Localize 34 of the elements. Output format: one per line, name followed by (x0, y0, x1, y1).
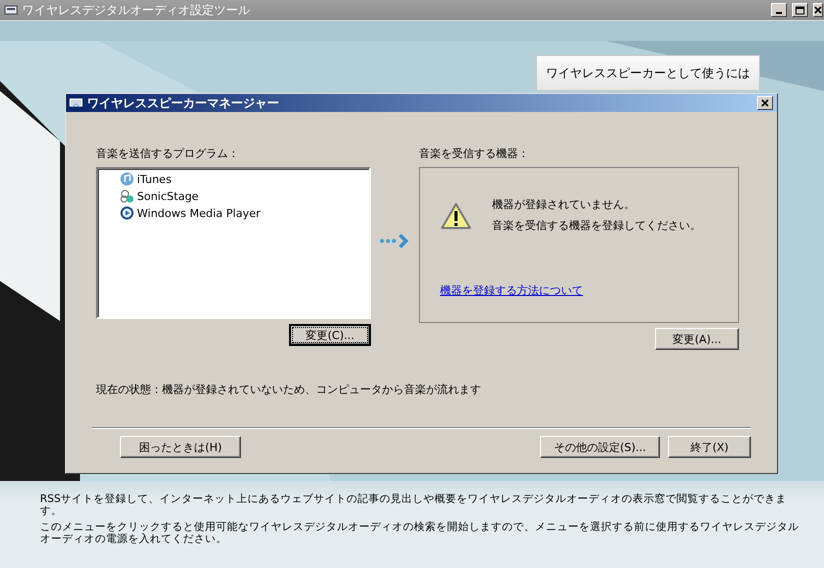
warning-icon (440, 202, 472, 230)
play-icon (120, 206, 134, 220)
speaker-mode-button[interactable]: ワイヤレススピーカーとして使うには (536, 55, 760, 91)
close-icon (814, 6, 822, 14)
minimize-button[interactable] (771, 3, 787, 17)
info-text: このメニューをクリックすると使用可能なワイヤレスデジタルオーディオの検索を開始しますので、メニューを選択する前に使用するワイヤレスデジタルオーディオの電源を入れてください。 (40, 521, 800, 545)
devices-label: 音楽を受信する機器： (419, 146, 529, 161)
settings-button[interactable]: その他の設定(S)... (540, 436, 660, 458)
help-button[interactable]: 困ったときは(H) (120, 436, 241, 458)
maximize-icon (795, 6, 805, 14)
music-note-icon (120, 172, 134, 186)
speaker-icon (69, 97, 83, 109)
dialog-title: ワイヤレススピーカーマネージャー (87, 94, 280, 112)
close-button[interactable] (757, 96, 773, 110)
change-program-button[interactable]: 変更(C)... (289, 324, 371, 346)
program-list[interactable]: iTunes SonicStage Windows Media Player (96, 167, 371, 319)
close-button[interactable] (813, 3, 823, 17)
programs-label: 音楽を送信するプログラム： (96, 146, 239, 161)
program-item[interactable]: Windows Media Player (120, 205, 369, 221)
program-item[interactable]: SonicStage (120, 188, 369, 204)
change-device-button[interactable]: 変更(A)... (655, 328, 739, 350)
maximize-button[interactable] (792, 3, 808, 17)
program-item[interactable]: iTunes (120, 171, 369, 187)
rings-icon (120, 189, 134, 203)
warning-message: 機器が登録されていません。 (492, 197, 636, 212)
status-text: 現在の状態：機器が登録されていないため、コンピュータから音楽が流れます (96, 382, 482, 397)
app-icon (4, 4, 18, 16)
close-icon (761, 99, 769, 107)
window-title: ワイヤレスデジタルオーディオ設定ツール (22, 2, 251, 18)
warning-message: 音楽を受信する機器を登録してください。 (492, 218, 701, 233)
info-text: RSSサイトを登録して、インターネット上にあるウェブサイトの記事の見出しや概要をワイヤレスデジタルオーディオの表示窓で閲覧することができます。 (40, 493, 788, 517)
exit-button[interactable]: 終了(X) (668, 436, 751, 458)
arrow-icon (379, 234, 411, 248)
help-link[interactable]: 機器を登録する方法について (440, 283, 738, 298)
